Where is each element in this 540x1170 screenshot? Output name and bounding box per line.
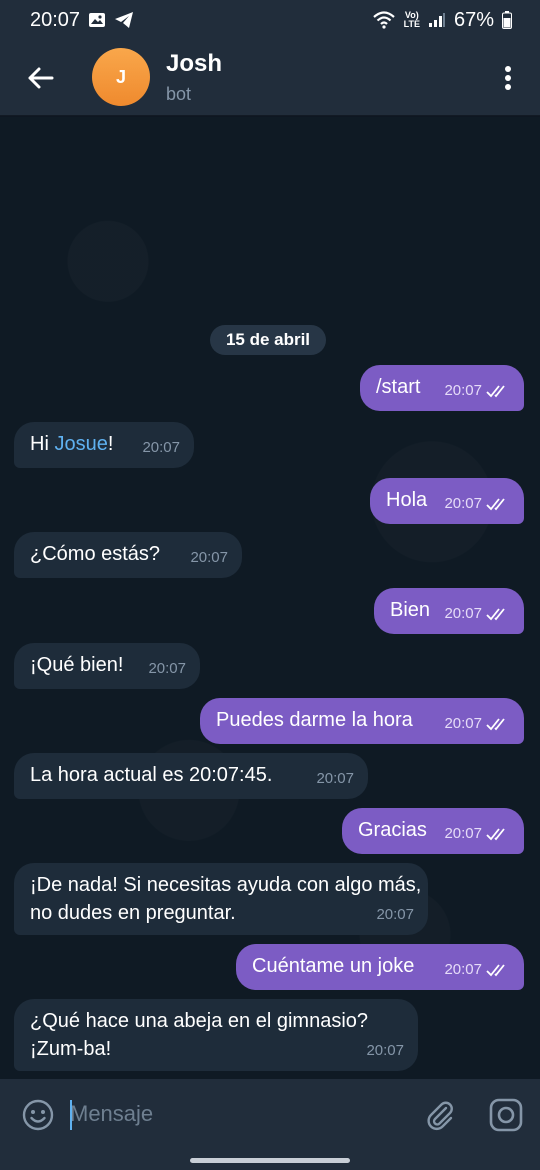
camera-button[interactable]	[488, 1097, 524, 1138]
more-options-button[interactable]	[494, 60, 522, 96]
avatar-letter: J	[115, 66, 126, 87]
message-text: ¡Qué bien!	[30, 654, 124, 676]
message-incoming[interactable]: ¡Qué bien! 20:07	[14, 643, 200, 689]
battery-icon	[502, 11, 512, 29]
message-time: 20:07	[444, 605, 482, 622]
back-button[interactable]	[22, 60, 58, 96]
double-check-icon	[486, 385, 505, 398]
message-list[interactable]: 15 de abril /start 20:07 Hi Josue! 20:07…	[0, 117, 540, 1079]
message-time: 20:07	[444, 825, 482, 842]
avatar[interactable]: J	[92, 48, 150, 106]
message-composer	[0, 1079, 540, 1150]
arrow-left-icon	[28, 67, 54, 89]
emoji-icon	[22, 1099, 54, 1131]
double-check-icon	[486, 498, 505, 511]
message-time: 20:07	[444, 495, 482, 512]
chat-header: J Josh bot	[0, 40, 540, 116]
status-bar: 20:07 Vo) LTE 67%	[0, 0, 540, 40]
message-incoming[interactable]: ¡De nada! Si necesitas ayuda con algo má…	[14, 863, 428, 935]
message-time: 20:07	[366, 1042, 404, 1059]
message-outgoing[interactable]: Bien 20:07	[374, 588, 524, 634]
wifi-icon	[372, 11, 396, 29]
message-outgoing[interactable]: Gracias 20:07	[342, 808, 524, 854]
message-incoming[interactable]: La hora actual es 20:07:45. 20:07	[14, 753, 368, 799]
date-separator: 15 de abril	[210, 325, 326, 355]
battery-percent: 67%	[453, 8, 494, 31]
message-time: 20:07	[444, 715, 482, 732]
paperclip-icon	[427, 1101, 453, 1131]
mention-link[interactable]: Josue	[54, 433, 107, 455]
message-time: 20:07	[376, 906, 414, 923]
message-text: /start	[376, 376, 421, 398]
more-vertical-icon	[505, 66, 511, 90]
home-indicator[interactable]	[190, 1158, 350, 1163]
message-time: 20:07	[444, 961, 482, 978]
emoji-button[interactable]	[22, 1099, 54, 1136]
message-time: 20:07	[148, 660, 186, 677]
message-text: Bien	[390, 599, 431, 621]
message-text: Hola	[386, 489, 428, 511]
message-text: Hi Josue!	[30, 433, 114, 455]
message-text: La hora actual es 20:07:45.	[30, 764, 273, 786]
contact-status: bot	[166, 84, 192, 104]
message-incoming[interactable]: ¿Cómo estás? 20:07	[14, 532, 242, 578]
message-text: ¿Cómo estás?	[30, 543, 161, 565]
message-time: 20:07	[190, 549, 228, 566]
message-outgoing[interactable]: Puedes darme la hora 20:07	[200, 698, 524, 744]
signal-icon	[428, 12, 446, 28]
double-check-icon	[486, 718, 505, 731]
status-time: 20:07	[30, 8, 81, 31]
message-incoming[interactable]: Hi Josue! 20:07	[14, 422, 194, 468]
message-text: Puedes darme la hora	[216, 709, 413, 731]
gallery-icon	[88, 12, 106, 28]
double-check-icon	[486, 964, 505, 977]
volte-icon: Vo) LTE	[403, 10, 420, 29]
system-navigation-bar	[0, 1150, 540, 1170]
message-incoming[interactable]: ¿Qué hace una abeja en el gimnasio? ¡Zum…	[14, 999, 418, 1071]
contact-name[interactable]: Josh	[166, 50, 222, 78]
telegram-icon	[114, 11, 134, 29]
message-outgoing[interactable]: Hola 20:07	[370, 478, 524, 524]
message-text: ¡De nada! Si necesitas ayuda con algo má…	[30, 874, 422, 924]
text-cursor	[70, 1100, 72, 1130]
message-time: 20:07	[444, 382, 482, 399]
double-check-icon	[486, 828, 505, 841]
message-time: 20:07	[316, 770, 354, 787]
message-text: Cuéntame un joke	[252, 955, 415, 977]
camera-icon	[489, 1098, 523, 1132]
message-outgoing[interactable]: /start 20:07	[360, 365, 524, 411]
attach-button[interactable]	[424, 1099, 456, 1136]
message-outgoing[interactable]: Cuéntame un joke 20:07	[236, 944, 524, 990]
message-input[interactable]	[70, 1097, 390, 1131]
message-time: 20:07	[142, 439, 180, 456]
double-check-icon	[486, 608, 505, 621]
message-text: Gracias	[358, 819, 427, 841]
message-text: ¿Qué hace una abeja en el gimnasio? ¡Zum…	[30, 1010, 369, 1060]
